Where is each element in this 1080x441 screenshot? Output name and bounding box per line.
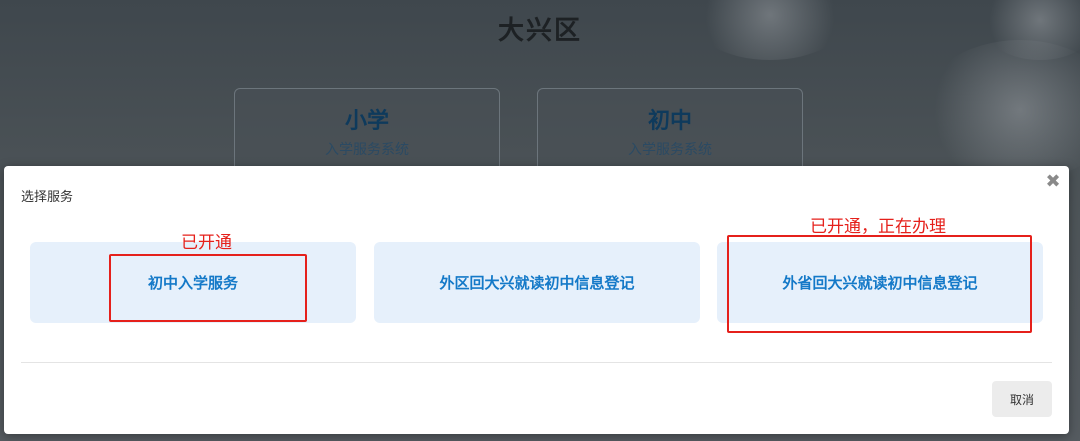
annotation-note-opened: 已开通 [181,233,232,253]
service-other-district-registration[interactable]: 外区回大兴就读初中信息登记 [374,242,700,323]
cancel-button[interactable]: 取消 [992,381,1052,417]
close-icon[interactable]: ✖ [1043,172,1063,192]
annotation-highlight-box [727,235,1032,333]
service-label: 外区回大兴就读初中信息登记 [439,274,635,292]
modal-divider [21,362,1052,363]
level-card-title: 初中 [647,109,692,134]
select-service-modal: 选择服务 ✖ 初中入学服务 外区回大兴就读初中信息登记 外省回大兴就读初中信息登… [4,166,1069,434]
level-card-subtitle: 入学服务系统 [325,142,409,158]
annotation-note-opened-processing: 已开通，正在办理 [810,217,946,237]
cloud-decoration [920,40,1080,180]
modal-title: 选择服务 [21,190,74,205]
annotation-highlight-box [109,254,307,322]
level-card-title: 小学 [344,109,389,134]
region-title: 大兴区 [497,16,582,46]
level-card-subtitle: 入学服务系统 [628,142,712,158]
